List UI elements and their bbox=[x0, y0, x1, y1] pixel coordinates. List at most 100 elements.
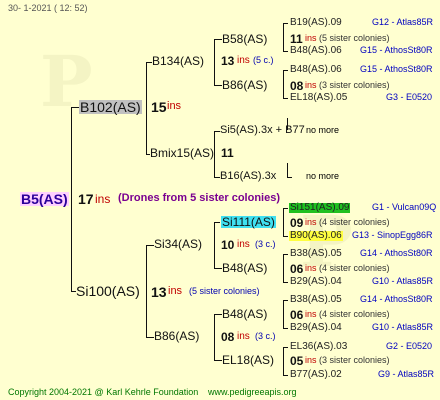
gen2-note-3: (3 c.) bbox=[255, 239, 276, 249]
connector bbox=[214, 85, 222, 86]
gen3-ins-5: ins bbox=[305, 217, 317, 227]
gen4-code-10: G10 - Atlas85R bbox=[372, 322, 434, 332]
gen4-code-8: G10 - Atlas85R bbox=[372, 276, 434, 286]
gen3-note-2: (3 sister colonies) bbox=[319, 80, 390, 90]
gen3-extra-4: no more bbox=[306, 171, 340, 181]
connector bbox=[283, 51, 288, 52]
gen4-queen-8[interactable]: B29(AS).04 bbox=[290, 277, 342, 287]
gen3-queen-5[interactable]: Si111(AS) bbox=[221, 216, 276, 228]
gen3-ins-7: ins bbox=[305, 309, 317, 319]
gen4-queen-4[interactable]: EL18(AS).05 bbox=[290, 93, 347, 103]
gen1-ins-1: ins bbox=[167, 100, 182, 112]
gen2-queen-1[interactable]: B134(AS) bbox=[152, 55, 204, 67]
root-queen-name[interactable]: B5(AS) bbox=[20, 192, 69, 206]
gen3-queen-2[interactable]: B86(AS) bbox=[222, 79, 267, 91]
gen4-queen-11[interactable]: EL36(AS).03 bbox=[290, 342, 347, 352]
gen3-queen-8[interactable]: EL18(AS) bbox=[222, 354, 274, 366]
connector bbox=[283, 23, 284, 51]
connector bbox=[283, 347, 284, 375]
connector bbox=[214, 222, 215, 268]
gen2-ins-3: ins bbox=[237, 239, 250, 250]
gen2-note-1: (5 c.) bbox=[253, 55, 274, 65]
connector bbox=[283, 70, 288, 71]
gen4-queen-7[interactable]: B38(AS).05 bbox=[290, 249, 342, 259]
gen1-queen-2[interactable]: Si100(AS) bbox=[76, 284, 140, 298]
copyright-footer: Copyright 2004-2021 @ Karl Kehrle Founda… bbox=[8, 387, 199, 397]
connector bbox=[146, 245, 154, 246]
gen2-count-3: 10 bbox=[221, 238, 235, 252]
connector bbox=[283, 300, 288, 301]
gen4-queen-5[interactable]: Si151(AS).09 bbox=[289, 203, 351, 213]
connector bbox=[283, 375, 288, 376]
connector bbox=[214, 39, 222, 40]
connector bbox=[71, 107, 79, 108]
gen3-queen-4[interactable]: B16(AS).3x bbox=[220, 171, 276, 182]
gen4-code-7: G14 - AthosSt80R bbox=[360, 248, 433, 258]
root-ins-label: ins bbox=[95, 192, 111, 206]
gen2-count-1: 13 bbox=[221, 54, 235, 68]
gen3-note-6: (4 sister colonies) bbox=[319, 263, 390, 273]
gen4-code-1: G12 - Atlas85R bbox=[372, 17, 434, 27]
gen4-code-2: G15 - AthosSt80R bbox=[360, 45, 433, 55]
gen3-note-1: (5 sister colonies) bbox=[319, 33, 390, 43]
gen2-queen-3[interactable]: Si34(AS) bbox=[154, 238, 202, 250]
gen3-count-5: 09 bbox=[290, 216, 304, 230]
connector bbox=[283, 254, 288, 255]
connector bbox=[283, 236, 288, 237]
gen3-extra-3: no more bbox=[306, 125, 340, 135]
gen3-ins-1: ins bbox=[305, 33, 317, 43]
gen2-queen-2[interactable]: Bmix15(AS) bbox=[150, 147, 214, 159]
gen2-count-4: 08 bbox=[221, 330, 235, 344]
connector bbox=[214, 360, 222, 361]
connector bbox=[146, 245, 147, 337]
gen3-note-7: (4 sister colonies) bbox=[319, 309, 390, 319]
connector bbox=[71, 107, 72, 291]
connector bbox=[283, 300, 284, 328]
connector bbox=[283, 23, 288, 24]
gen1-count-1: 15 bbox=[151, 99, 167, 115]
connector bbox=[283, 208, 284, 236]
gen3-queen-6[interactable]: B48(AS) bbox=[222, 262, 267, 274]
gen4-code-4: G3 - E0520 bbox=[386, 92, 433, 102]
gen3-ins-8: ins bbox=[305, 355, 317, 365]
gen4-queen-3[interactable]: B48(AS).06 bbox=[290, 65, 342, 75]
connector bbox=[214, 222, 220, 223]
gen4-code-12: G9 - Atlas85R bbox=[378, 369, 435, 379]
timestamp-header: 30- 1-2021 ( 12: 52) bbox=[8, 3, 88, 13]
gen4-queen-9[interactable]: B38(AS).05 bbox=[290, 295, 342, 305]
root-drone-note: (Drones from 5 sister colonies) bbox=[118, 192, 280, 204]
gen4-queen-2[interactable]: B48(AS).06 bbox=[290, 46, 342, 56]
gen3-note-5: (4 sister colonies) bbox=[319, 217, 390, 227]
gen2-ins-1: ins bbox=[237, 55, 250, 66]
gen1-count-2: 13 bbox=[151, 284, 167, 300]
gen4-queen-10[interactable]: B29(AS).04 bbox=[290, 323, 342, 333]
gen4-queen-1[interactable]: B19(AS).09 bbox=[290, 18, 342, 28]
connector bbox=[214, 131, 215, 177]
gen3-count-2: 08 bbox=[290, 79, 304, 93]
gen2-count-2: 11 bbox=[221, 146, 234, 160]
connector bbox=[287, 177, 292, 178]
gen4-code-9: G14 - AthosSt80R bbox=[360, 294, 433, 304]
gen1-note-2: (5 sister colonies) bbox=[189, 286, 260, 296]
connector bbox=[283, 254, 284, 282]
gen3-ins-2: ins bbox=[305, 80, 317, 90]
connector bbox=[146, 337, 154, 338]
gen4-queen-12[interactable]: B77(AS).02 bbox=[290, 370, 342, 380]
gen3-queen-1[interactable]: B58(AS) bbox=[222, 33, 267, 45]
connector bbox=[214, 268, 222, 269]
gen3-queen-3[interactable]: Si5(AS).3x + B77 bbox=[220, 125, 305, 136]
root-count: 17 bbox=[78, 191, 94, 207]
gen3-queen-7[interactable]: B48(AS) bbox=[222, 308, 267, 320]
gen2-queen-4[interactable]: B86(AS) bbox=[154, 330, 199, 342]
gen4-code-5: G1 - Vulcan09Q bbox=[372, 202, 437, 212]
connector bbox=[214, 314, 222, 315]
gen3-ins-6: ins bbox=[305, 263, 317, 273]
gen3-count-6: 06 bbox=[290, 262, 304, 276]
gen2-ins-4: ins bbox=[237, 331, 250, 342]
website-link[interactable]: www.pedigreeapis.org bbox=[208, 388, 297, 397]
connector bbox=[287, 163, 288, 177]
connector bbox=[283, 347, 288, 348]
gen3-count-7: 06 bbox=[290, 308, 304, 322]
gen1-queen-1[interactable]: B102(AS) bbox=[79, 100, 142, 114]
gen4-queen-6[interactable]: B90(AS).06 bbox=[289, 231, 343, 241]
